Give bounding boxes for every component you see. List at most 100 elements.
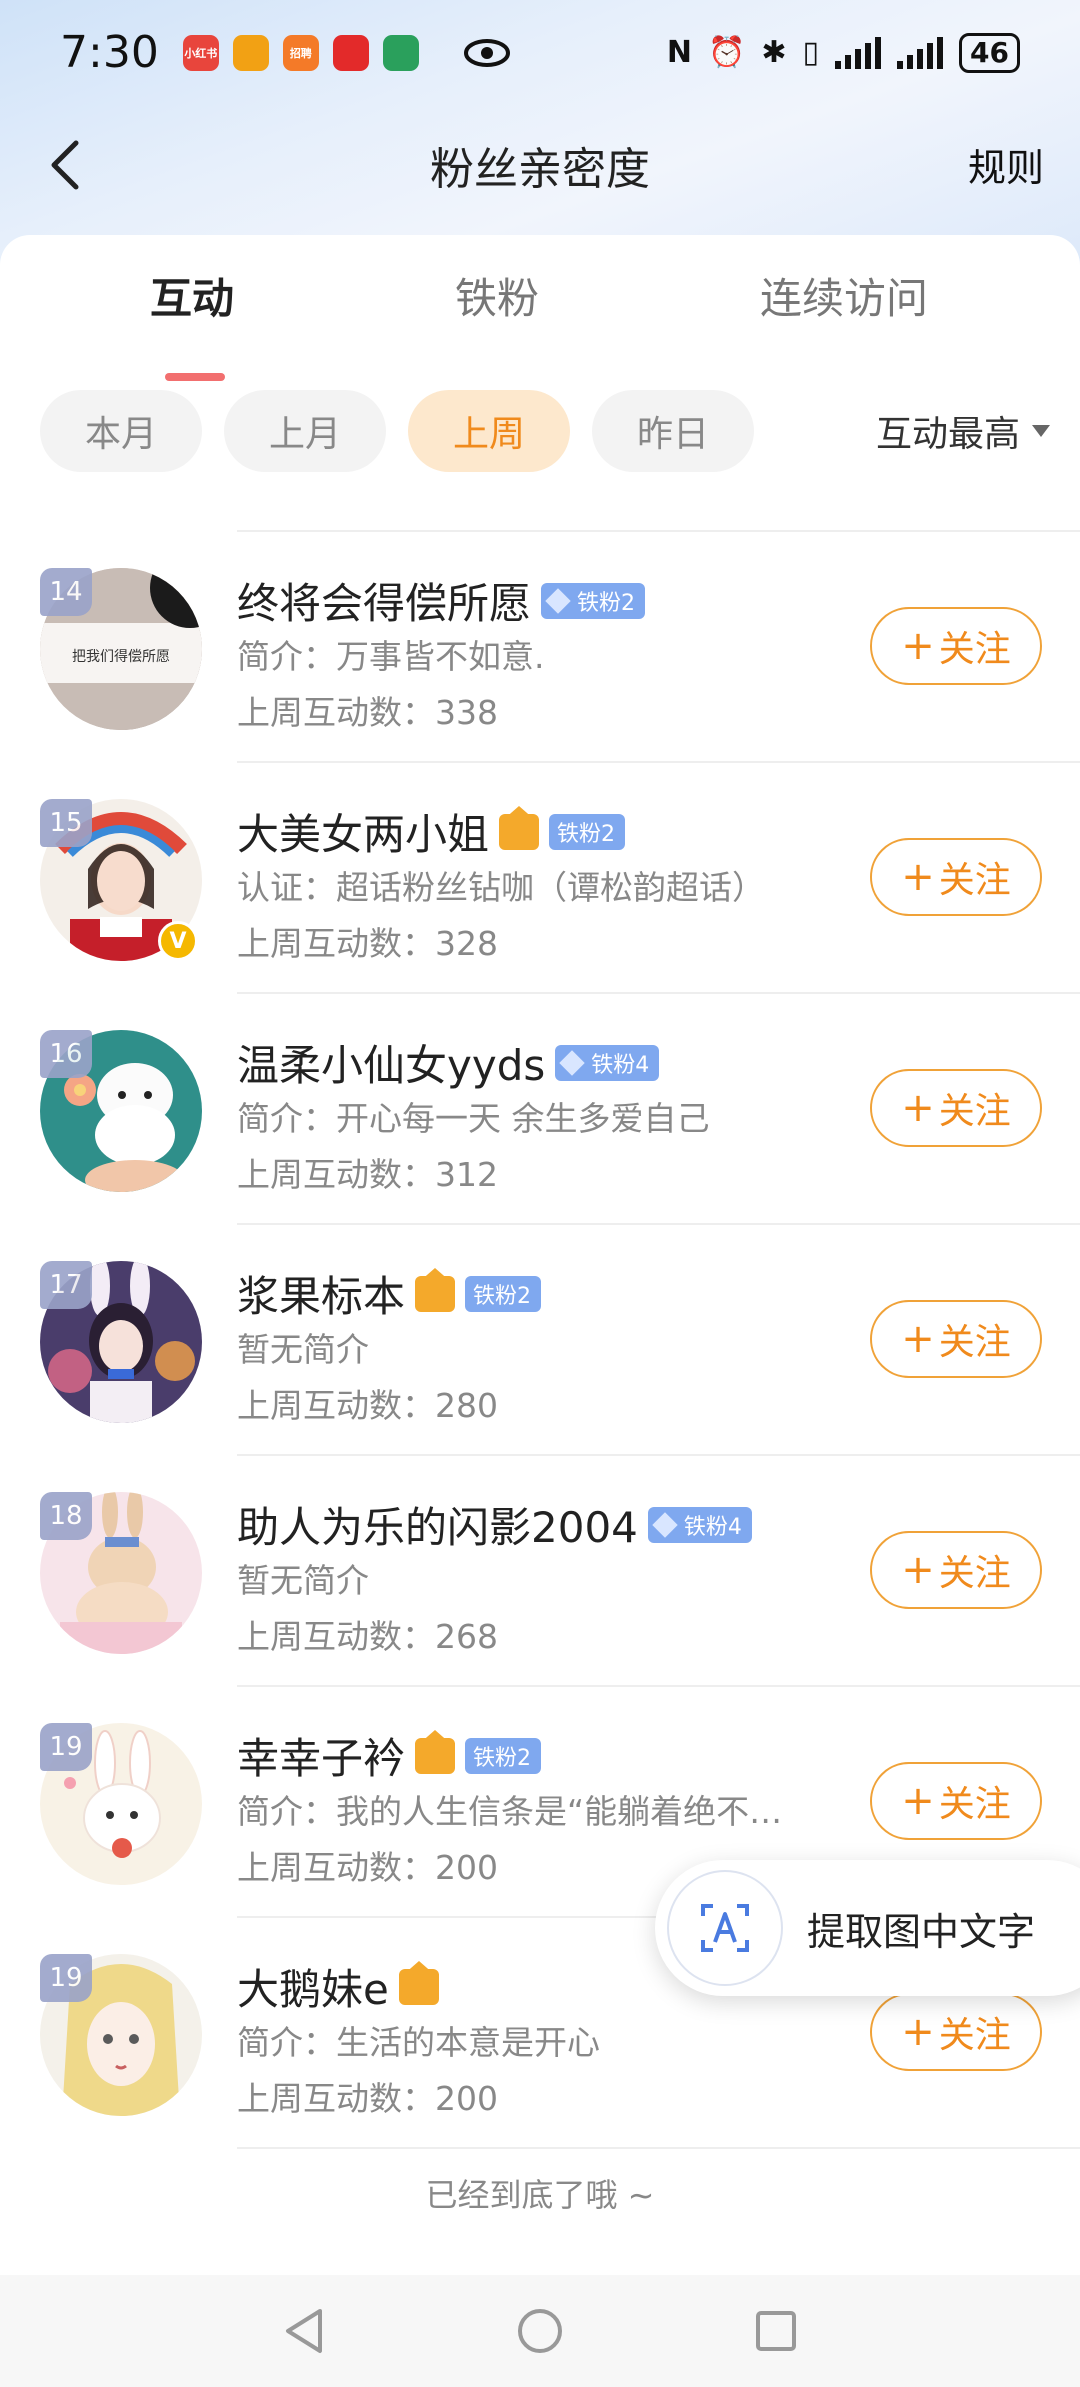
plus-icon: +: [901, 854, 935, 900]
eye-icon: [463, 38, 510, 67]
interaction-count: 上周互动数：312: [237, 1155, 498, 1194]
iron-fan-badge: 铁粉4: [555, 1044, 660, 1081]
rank-badge: 18: [40, 1492, 92, 1540]
tab-consecutive-visits[interactable]: 连续访问: [760, 265, 928, 326]
back-triangle-icon[interactable]: [282, 2307, 326, 2355]
fan-name[interactable]: 浆果标本: [237, 1263, 405, 1324]
fan-bio: 暂无简介: [237, 1330, 369, 1369]
fan-name[interactable]: 幸幸子衿: [237, 1725, 405, 1786]
diamond-icon: [545, 587, 571, 614]
alarm-icon: ⏰: [708, 35, 746, 70]
fan-name[interactable]: 终将会得偿所愿: [237, 570, 531, 631]
filter-this-month[interactable]: 本月: [40, 390, 202, 472]
caret-down-icon: [1032, 425, 1050, 437]
app-green-icon: [382, 34, 419, 71]
list-item[interactable]: 16 温柔小仙女yyds 铁粉4 简介：开心每一天 余生多爱自己 上周互动数：3…: [0, 992, 1080, 1223]
follow-button[interactable]: + 关注: [870, 838, 1042, 916]
divider: [237, 761, 1080, 763]
vibrate-icon: ▯: [802, 35, 820, 70]
fan-name[interactable]: 大美女两小姐: [237, 801, 489, 862]
iron-fan-badge: 铁粉2: [465, 1737, 542, 1774]
follow-button[interactable]: + 关注: [870, 607, 1042, 685]
name-line: 大美女两小姐 铁粉2: [237, 801, 626, 862]
sort-dropdown[interactable]: 互动最高: [876, 390, 1050, 472]
interaction-count: 上周互动数：200: [237, 1848, 498, 1887]
app-orange-icon: [232, 34, 269, 71]
plus-icon: +: [901, 1316, 935, 1362]
status-time: 7:30: [60, 27, 159, 78]
fan-bio: 简介：我的人生信条是“能躺着绝不…: [237, 1792, 783, 1831]
iron-fan-badge: 铁粉2: [465, 1275, 542, 1312]
bluetooth-icon: ✱: [761, 35, 787, 70]
zhaopin-icon: 招聘: [282, 34, 319, 71]
nfc-icon: N: [666, 35, 693, 70]
name-line: 浆果标本 铁粉2: [237, 1263, 542, 1324]
iron-fan-badge: 铁粉4: [647, 1506, 752, 1543]
follow-button[interactable]: + 关注: [870, 1762, 1042, 1840]
divider: [237, 1223, 1080, 1225]
follow-button[interactable]: + 关注: [870, 1531, 1042, 1609]
diamond-icon: [559, 1049, 585, 1076]
tab-interaction[interactable]: 互动: [150, 265, 234, 326]
rank-badge: 15: [40, 799, 92, 847]
fan-name[interactable]: 大鹅妹e: [237, 1956, 389, 2017]
plus-icon: +: [901, 1547, 935, 1593]
divider: [237, 1685, 1080, 1687]
fan-name[interactable]: 温柔小仙女yyds: [237, 1032, 545, 1093]
signal-icon: [835, 36, 882, 69]
follow-button[interactable]: + 关注: [870, 1069, 1042, 1147]
fan-name[interactable]: 助人为乐的闪影2004: [237, 1494, 638, 1555]
follow-button[interactable]: + 关注: [870, 1993, 1042, 2071]
text-recognition-icon: [667, 1870, 783, 1986]
interaction-count: 上周互动数：268: [237, 1617, 498, 1656]
fan-bio: 简介：开心每一天 余生多爱自己: [237, 1099, 710, 1138]
rank-badge: 14: [40, 568, 92, 616]
fan-bio: 暂无简介: [237, 1561, 369, 1600]
plus-icon: +: [901, 2009, 935, 2055]
list-item[interactable]: 18 助人为乐的闪影2004 铁粉4 暂无简介 上周互动数：268 + 关注: [0, 1454, 1080, 1685]
follow-button[interactable]: + 关注: [870, 1300, 1042, 1378]
crown-icon: [499, 805, 540, 850]
page-title: 粉丝亲密度: [430, 144, 650, 195]
list-item[interactable]: 把我们得偿所愿 14 终将会得偿所愿 铁粉2 简介：万事皆不如意. 上周互动数：…: [0, 530, 1080, 761]
interaction-count: 上周互动数：328: [237, 924, 498, 963]
signal-icon-2: [897, 36, 944, 69]
plus-icon: +: [901, 623, 935, 669]
tab-bar: 互动 铁粉 连续访问: [0, 265, 1080, 381]
back-arrow-icon[interactable]: [40, 137, 96, 193]
crown-icon: [415, 1267, 456, 1312]
divider: [237, 992, 1080, 994]
list-item[interactable]: 17 浆果标本 铁粉2 暂无简介 上周互动数：280 + 关注: [0, 1223, 1080, 1454]
extract-text-label: 提取图中文字: [807, 1909, 1036, 1954]
interaction-count: 上周互动数：338: [237, 693, 498, 732]
recents-square-icon[interactable]: [754, 2309, 798, 2353]
interaction-count: 上周互动数：280: [237, 1386, 498, 1425]
status-bar: 7:30 小红书 招聘 N ⏰ ✱ ▯ 46: [0, 0, 1080, 105]
diamond-icon: [652, 1511, 678, 1538]
sort-label: 互动最高: [875, 414, 1020, 455]
crown-icon: [398, 1960, 439, 2005]
fan-bio: 简介：万事皆不如意.: [237, 637, 545, 676]
plus-icon: +: [901, 1085, 935, 1131]
filter-last-month[interactable]: 上月: [224, 390, 386, 472]
nav-bar: 粉丝亲密度 规则: [0, 115, 1080, 215]
tab-iron-fans[interactable]: 铁粉: [455, 265, 539, 326]
name-line: 幸幸子衿 铁粉2: [237, 1725, 542, 1786]
rank-badge: 17: [40, 1261, 92, 1309]
filter-last-week[interactable]: 上周: [408, 390, 570, 472]
home-circle-icon[interactable]: [516, 2307, 564, 2355]
rank-badge: 19: [40, 1954, 92, 2002]
fan-bio: 认证：超话粉丝钻咖（谭松韵超话）: [237, 868, 765, 907]
end-of-list-text: 已经到底了哦 ~: [425, 2176, 655, 2214]
interaction-count: 上周互动数：200: [237, 2079, 498, 2118]
name-line: 助人为乐的闪影2004 铁粉4: [237, 1494, 752, 1555]
list-item[interactable]: 15 V 大美女两小姐 铁粉2 认证：超话粉丝钻咖（谭松韵超话） 上周互动数：3…: [0, 761, 1080, 992]
battery-icon: 46: [959, 32, 1020, 73]
name-line: 终将会得偿所愿 铁粉2: [237, 570, 646, 631]
extract-text-button[interactable]: 提取图中文字: [655, 1860, 1080, 1996]
filter-yesterday[interactable]: 昨日: [592, 390, 754, 472]
rules-button[interactable]: 规则: [968, 137, 1044, 192]
verified-icon: V: [158, 921, 198, 961]
filter-bar: 本月 上月 上周 昨日 互动最高: [40, 390, 1050, 472]
divider: [237, 530, 1080, 532]
